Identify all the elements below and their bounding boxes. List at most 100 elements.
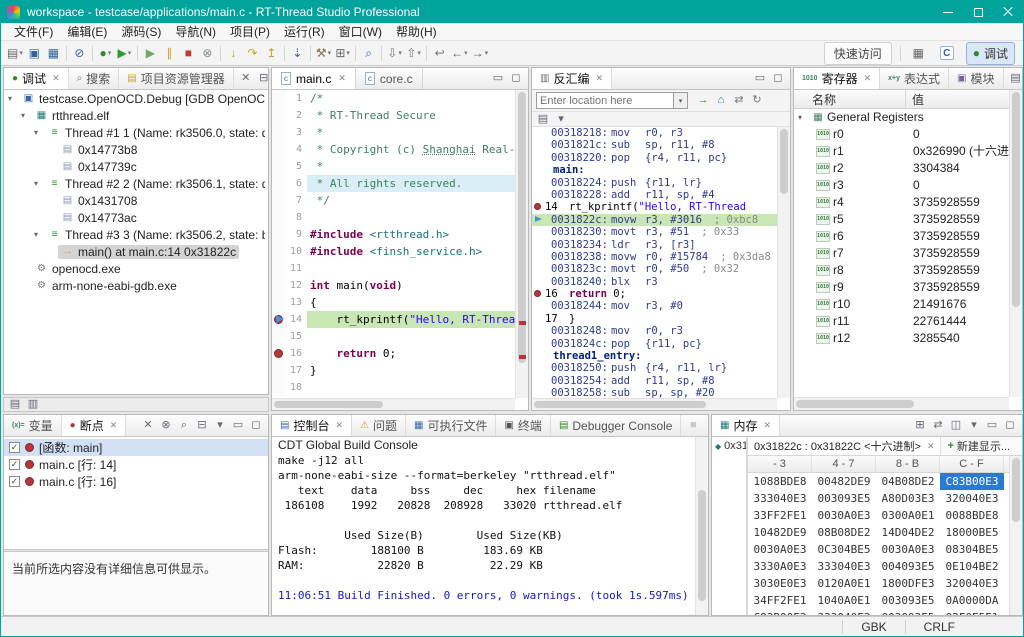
code-text[interactable]: */: [307, 192, 515, 209]
register-row[interactable]: 1010r00: [794, 126, 1022, 143]
close-tab-icon[interactable]: ✕: [335, 420, 343, 431]
code-text[interactable]: [307, 260, 515, 277]
remove-breakpoint-icon[interactable]: ✕: [141, 420, 155, 431]
editor-marker-margin[interactable]: [272, 345, 285, 362]
code-text[interactable]: rt_kprintf("Hello, RT-Thread a: [307, 311, 515, 328]
debug-tree-item[interactable]: ⚙arm-none-eabi-gdb.exe: [4, 277, 268, 294]
disasm-line[interactable]: 0031824c:pop{r11, pc}: [532, 338, 777, 350]
value-column-header[interactable]: 值: [906, 91, 1022, 108]
disasm-line[interactable]: 17}: [532, 313, 777, 325]
editor-tab-core-c[interactable]: ccore.c: [356, 68, 423, 89]
code-text[interactable]: * All rights reserved.: [307, 175, 515, 192]
expander-icon[interactable]: ▾: [34, 230, 45, 239]
editor-marker-margin[interactable]: [272, 277, 285, 294]
register-row[interactable]: 1010r93735928559: [794, 279, 1022, 296]
code-text[interactable]: * Copyright (c) Shanghai Real-Thr: [307, 141, 515, 158]
collapse-all-icon[interactable]: ⊟: [195, 420, 209, 431]
remove-all-terminated-icon[interactable]: ✕: [239, 73, 253, 84]
menu-item-8[interactable]: 帮助(H): [389, 23, 444, 40]
disasm-line[interactable]: 0031822c:movwr3, #3016; 0xbc8: [532, 214, 777, 226]
terminate-button[interactable]: ■: [179, 43, 198, 63]
registers-tab-1[interactable]: 1010寄存器✕: [794, 68, 880, 89]
memory-cell[interactable]: 08B08DE2: [812, 524, 876, 541]
code-text[interactable]: *: [307, 124, 515, 141]
open-perspective-button[interactable]: ▦: [909, 43, 928, 63]
sync-selection-icon[interactable]: ⇄: [732, 95, 746, 106]
show-columns-icon[interactable]: ▤: [1009, 73, 1023, 84]
close-tab-icon[interactable]: ✕: [338, 73, 346, 84]
quick-access-button[interactable]: 快速访问: [824, 42, 892, 65]
debug-tree-item[interactable]: ⚙openocd.exe: [4, 260, 268, 277]
register-group-row[interactable]: ▾▦General Registers: [794, 109, 1022, 126]
step-into-button[interactable]: ↓: [224, 43, 243, 63]
editor-marker-margin[interactable]: [272, 311, 285, 328]
resume-button[interactable]: ▶: [141, 43, 160, 63]
memory-cell[interactable]: 0300A0E1: [876, 507, 940, 524]
close-tab-icon[interactable]: ✕: [927, 441, 935, 452]
code-text[interactable]: *: [307, 158, 515, 175]
memory-cell[interactable]: 02F0E5E1: [940, 609, 1004, 615]
memory-column-header[interactable]: 4 - 7: [812, 456, 876, 472]
editor-marker-margin[interactable]: [272, 141, 285, 158]
register-row[interactable]: 1010r23304384: [794, 160, 1022, 177]
debug-tab-3[interactable]: ▤项目资源管理器: [119, 68, 233, 89]
disconnect-button[interactable]: ⊗: [198, 43, 217, 63]
maximize-window-button[interactable]: [963, 1, 993, 23]
last-edit-location-button[interactable]: ↩: [430, 43, 449, 63]
disasm-line[interactable]: 16return 0;: [532, 288, 777, 300]
scrollbar-thumb[interactable]: [274, 401, 383, 408]
memory-cell[interactable]: 320040E3: [940, 575, 1004, 592]
step-over-button[interactable]: ↷: [243, 43, 262, 63]
back-button[interactable]: ←▾: [449, 43, 470, 63]
debug-tree-item[interactable]: ▾▦rtthread.elf: [4, 107, 268, 124]
disassembly-listing[interactable]: 00318218:movr0, r30031821c:subsp, r11, #…: [532, 127, 777, 398]
save-button[interactable]: ▣: [25, 43, 44, 63]
disassembly-tab-1[interactable]: ▥反汇编✕: [532, 68, 612, 89]
encoding-indicator[interactable]: GBK: [843, 620, 904, 634]
disasm-line[interactable]: 00318228:addr11, sp, #4: [532, 189, 777, 201]
memory-cell[interactable]: 00482DE9: [812, 473, 876, 490]
collapse-all-icon[interactable]: ⊟: [257, 73, 269, 84]
console-tab-1[interactable]: ▤控制台✕: [272, 415, 352, 436]
editor-marker-margin[interactable]: [272, 158, 285, 175]
console-tab-4[interactable]: ▣终端: [496, 415, 550, 436]
expander-icon[interactable]: ▾: [21, 111, 32, 120]
expander-icon[interactable]: ▾: [34, 128, 45, 137]
disasm-line[interactable]: 00318244:movr3, #0: [532, 300, 777, 312]
editor-marker-margin[interactable]: [272, 243, 285, 260]
breakpoint-checkbox[interactable]: ✓: [9, 459, 20, 470]
restore-variables-view-icon[interactable]: ▤: [8, 399, 22, 410]
debug-tree-item[interactable]: ▾≡Thread #3 3 (Name: rk3506.2, state: br…: [4, 226, 268, 243]
memory-cell[interactable]: 14D04DE2: [876, 524, 940, 541]
registers-vertical-scrollbar[interactable]: [1009, 90, 1022, 397]
next-annotation-button[interactable]: ⇩▾: [385, 43, 404, 63]
close-tab-icon[interactable]: ✕: [110, 420, 118, 431]
close-tab-icon[interactable]: ✕: [864, 73, 872, 84]
memory-cell[interactable]: 0030A0E3: [812, 507, 876, 524]
debug-tree-item[interactable]: ▤0x14773b8: [4, 141, 268, 158]
memory-cell[interactable]: C83B00E3: [748, 609, 812, 615]
console-tab-5[interactable]: ▤Debugger Console: [551, 415, 682, 436]
build-button[interactable]: ⚒▾: [314, 43, 333, 63]
editor-vertical-scrollbar[interactable]: [515, 90, 528, 398]
new-button[interactable]: ▤▾: [5, 43, 25, 63]
memory-cell[interactable]: 33FF2FE1: [748, 507, 812, 524]
scrollbar-thumb[interactable]: [1012, 458, 1020, 522]
memory-cell[interactable]: C83B00E3: [940, 473, 1004, 490]
memory-cell[interactable]: 0C304BE5: [812, 541, 876, 558]
memory-column-header[interactable]: 8 - B: [876, 456, 940, 472]
memory-cell[interactable]: 0030A0E3: [876, 541, 940, 558]
editor-marker-margin[interactable]: [272, 124, 285, 141]
skip-all-breakpoints-button[interactable]: ⊘: [70, 43, 89, 63]
remove-launch-icon[interactable]: ✕: [704, 420, 709, 431]
editor-marker-margin[interactable]: [272, 175, 285, 192]
code-area[interactable]: 1/*2 * RT-Thread Secure3 *4 * Copyright …: [272, 90, 515, 398]
disasm-view-menu-icon[interactable]: ▾: [554, 114, 568, 125]
memory-tab-1[interactable]: ▦内存✕: [712, 415, 780, 436]
breakpoint-item[interactable]: ✓main.c [行: 14]: [4, 456, 268, 473]
register-row[interactable]: 1010r30: [794, 177, 1022, 194]
code-text[interactable]: [307, 328, 515, 345]
console-output[interactable]: make -j12 all arm-none-eabi-size --forma…: [272, 453, 708, 603]
disassembly-horizontal-scrollbar[interactable]: [532, 398, 777, 410]
line-ending-indicator[interactable]: CRLF: [906, 620, 973, 634]
